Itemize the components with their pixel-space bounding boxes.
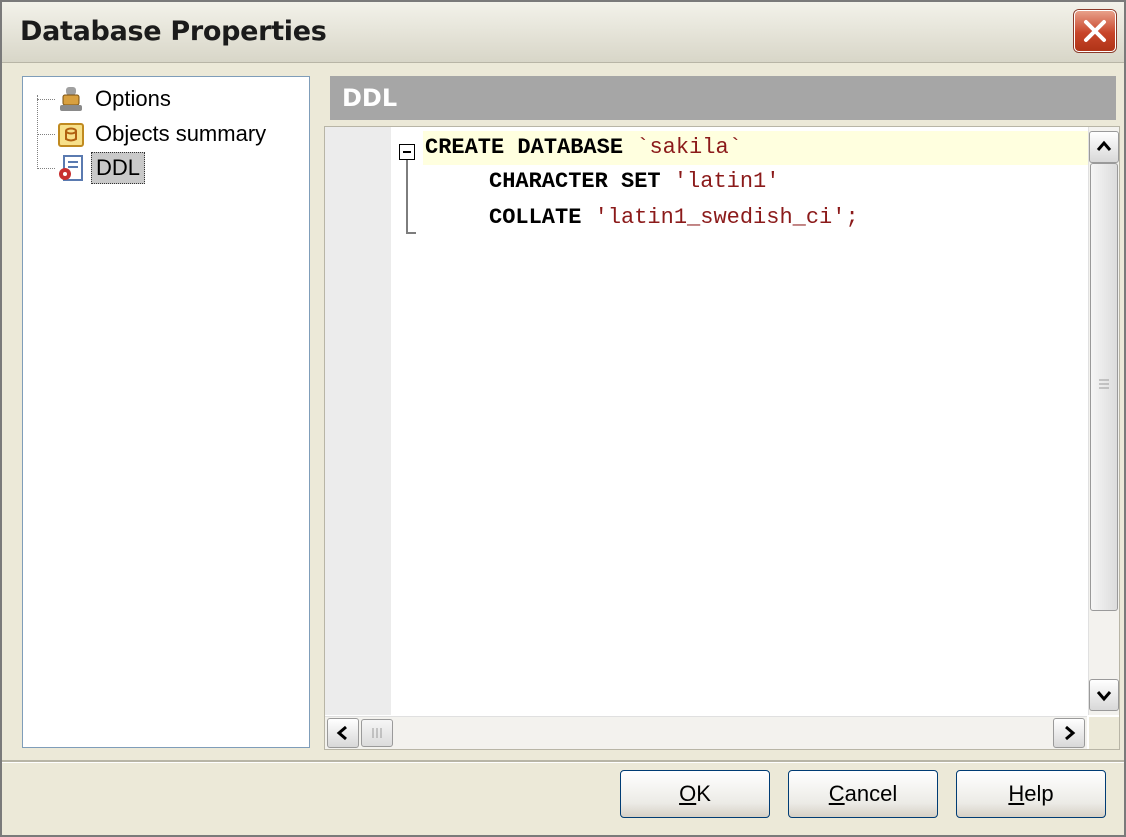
scroll-left-button[interactable] [327, 718, 359, 748]
navigation-tree[interactable]: Options Objects summary DDL [22, 76, 310, 748]
tree-item-options[interactable]: Options [57, 83, 175, 115]
fold-collapse-icon[interactable] [399, 144, 415, 160]
options-icon [57, 85, 85, 113]
database-properties-dialog: Database Properties Options Objects summ… [0, 0, 1126, 837]
window-title: Database Properties [20, 16, 327, 47]
chevron-left-icon [336, 725, 347, 741]
scroll-up-button[interactable] [1089, 131, 1119, 163]
tree-item-label: DDL [91, 152, 146, 184]
code-line: COLLATE 'latin1_swedish_ci'; [489, 205, 859, 230]
code-keyword: CHARACTER SET [489, 169, 661, 194]
ddl-icon [57, 154, 85, 182]
chevron-up-icon [1096, 140, 1112, 151]
tree-item-objects-summary[interactable]: Objects summary [57, 118, 270, 150]
cancel-accelerator: C [828, 781, 845, 806]
title-bar[interactable]: Database Properties [2, 2, 1124, 63]
close-icon [1084, 20, 1106, 42]
vertical-scroll-thumb[interactable] [1090, 163, 1118, 611]
tree-item-label: Options [95, 86, 171, 111]
ok-button[interactable]: OK [620, 770, 770, 818]
button-bar-divider [2, 760, 1124, 763]
close-button[interactable] [1074, 10, 1116, 52]
code-line: CHARACTER SET 'latin1' [489, 169, 779, 194]
code-keyword: CREATE DATABASE [425, 135, 624, 160]
horizontal-scroll-thumb[interactable] [361, 719, 393, 747]
ddl-section-header: DDL [330, 76, 1116, 120]
vertical-scrollbar[interactable] [1088, 127, 1119, 715]
code-line: CREATE DATABASE `sakila` [425, 135, 742, 160]
help-label: elp [1024, 781, 1054, 806]
ok-label: K [696, 781, 711, 806]
code-keyword: COLLATE [489, 205, 582, 230]
help-accelerator: H [1008, 781, 1025, 806]
scrollbar-corner [1089, 717, 1119, 749]
tree-item-label: Objects summary [95, 121, 267, 146]
cancel-label: ancel [844, 781, 898, 806]
objects-summary-icon [57, 120, 85, 148]
scroll-right-button[interactable] [1053, 718, 1085, 748]
ddl-code-editor[interactable]: CREATE DATABASE `sakila` CHARACTER SET '… [324, 126, 1120, 750]
ddl-header-title: DDL [342, 84, 398, 112]
code-value: 'latin1' [673, 169, 780, 194]
tree-item-ddl[interactable]: DDL [57, 152, 146, 184]
chevron-down-icon [1096, 691, 1112, 702]
code-value: `sakila` [636, 135, 742, 160]
chevron-right-icon [1065, 725, 1076, 741]
scroll-down-button[interactable] [1089, 679, 1119, 711]
help-button[interactable]: Help [956, 770, 1106, 818]
ok-accelerator: O [679, 781, 697, 806]
horizontal-scrollbar[interactable] [325, 716, 1087, 749]
editor-gutter [325, 127, 391, 715]
fold-guide [406, 160, 408, 232]
cancel-button[interactable]: Cancel [788, 770, 938, 818]
grip-icon [1099, 379, 1109, 389]
grip-icon [372, 728, 382, 738]
code-value: 'latin1_swedish_ci'; [594, 205, 859, 230]
fold-guide-end [406, 232, 416, 234]
